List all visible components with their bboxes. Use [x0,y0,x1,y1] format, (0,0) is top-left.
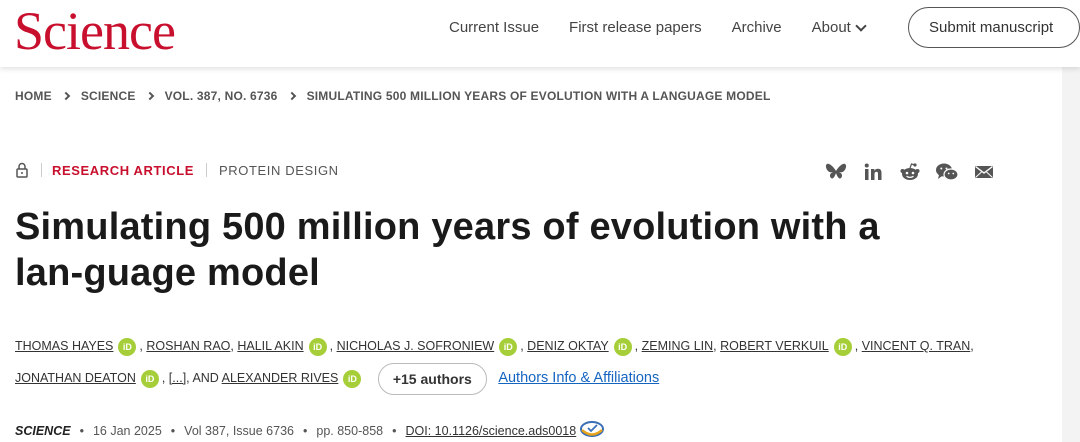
publication-date: 16 Jan 2025 [92,423,162,438]
article-topic[interactable]: PROTEIN DESIGN [219,163,339,178]
orcid-icon[interactable]: iD [308,337,327,356]
journal-name: SCIENCE [15,423,71,438]
nav-first-release[interactable]: First release papers [569,19,702,37]
chevron-right-icon [61,91,71,101]
breadcrumb-home[interactable]: HOME [15,89,52,103]
author-link[interactable]: ALEXANDER RIVES [222,371,339,385]
main-nav: Current Issue First release papers Archi… [449,19,895,37]
bluesky-icon[interactable] [824,160,848,184]
chevron-right-icon [287,91,296,101]
linkedin-icon[interactable] [861,160,885,184]
divider [41,163,42,177]
author-link[interactable]: ROBERT VERKUIL [720,339,829,353]
nav-about[interactable]: About [811,19,867,37]
nav-current-issue[interactable]: Current Issue [449,19,539,37]
scrollbar[interactable] [1062,67,1080,442]
orcid-icon[interactable]: iD [833,337,852,356]
email-icon[interactable] [972,160,996,184]
nav-archive[interactable]: Archive [732,19,782,37]
nav-about-label: About [811,19,851,36]
orcid-icon[interactable]: iD [343,369,362,388]
article-title: Simulating 500 million years of evolutio… [15,206,880,294]
science-logo[interactable]: Science [14,2,176,60]
breadcrumb: HOME SCIENCE VOL. 387, NO. 6736 SIMULATI… [15,89,771,103]
orcid-icon[interactable]: iD [499,337,518,356]
orcid-icon[interactable]: iD [118,337,137,356]
breadcrumb-article: SIMULATING 500 MILLION YEARS OF EVOLUTIO… [306,89,771,103]
wechat-icon[interactable] [935,160,959,184]
article-header: HOME SCIENCE VOL. 387, NO. 6736 SIMULATI… [0,67,1062,442]
volume-issue: Vol 387, Issue 6736 [184,423,294,438]
crossmark-icon[interactable] [579,419,605,442]
site-header: Science Current Issue First release pape… [0,0,1080,67]
reddit-icon[interactable] [898,160,922,184]
author-link[interactable]: VINCENT Q. TRAN [862,339,971,353]
authors-affiliations-link[interactable]: Authors Info & Affiliations [498,370,659,386]
author-link[interactable]: THOMAS HAYES [15,339,113,353]
chevron-right-icon [145,91,154,101]
article-type: RESEARCH ARTICLE [52,162,195,178]
chevron-down-icon [855,20,867,32]
breadcrumb-issue[interactable]: VOL. 387, NO. 6736 [165,89,278,103]
separator: • [392,423,397,438]
author-link[interactable]: HALIL AKIN [237,339,303,353]
separator: • [170,423,176,438]
author-link[interactable]: JONATHAN DEATON [15,371,136,385]
doi-link[interactable]: DOI: 10.1126/science.ads0018 [406,424,577,438]
article-meta: RESEARCH ARTICLE PROTEIN DESIGN [15,162,339,178]
page-range: pp. 850-858 [316,423,384,438]
author-list: THOMAS HAYES iD, ROSHAN RAO, HALIL AKIN iD… [15,330,975,395]
lock-icon [15,162,29,178]
orcid-icon[interactable]: iD [613,337,632,356]
author-link[interactable]: ZEMING LIN [642,339,714,353]
more-authors-button[interactable]: +15 authors [377,362,487,395]
author-link[interactable]: ROSHAN RAO [146,339,230,353]
submit-manuscript-button[interactable]: Submit manuscript [908,7,1080,48]
share-bar [824,160,1009,184]
orcid-icon[interactable]: iD [140,369,159,388]
author-and: AND [192,371,219,385]
separator: • [79,423,84,438]
citation-line: SCIENCE • 16 Jan 2025 • Vol 387, Issue 6… [15,419,605,442]
author-ellipsis[interactable]: [...] [169,371,186,385]
separator: • [302,423,308,438]
author-link[interactable]: NICHOLAS J. SOFRONIEW [337,339,495,353]
divider [206,163,208,177]
author-link[interactable]: DENIZ OKTAY [527,339,609,353]
breadcrumb-science[interactable]: SCIENCE [81,89,136,103]
